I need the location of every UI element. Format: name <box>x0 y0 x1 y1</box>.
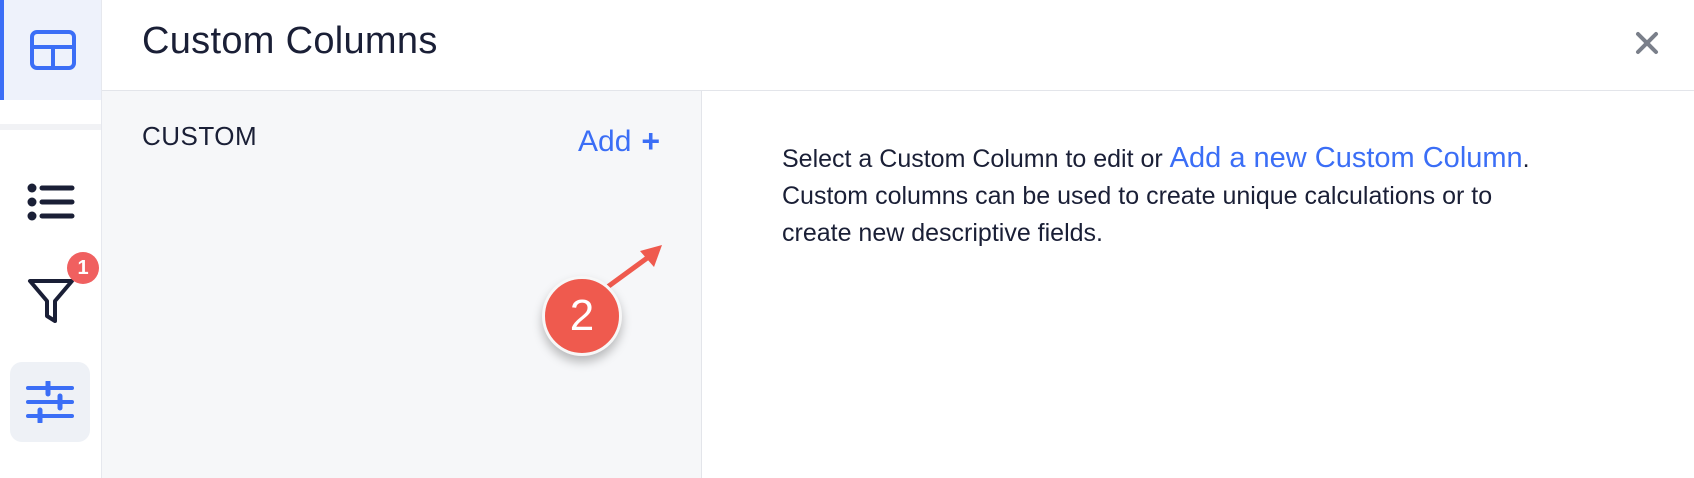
filter-badge: 1 <box>67 252 99 284</box>
plus-icon: + <box>641 123 661 159</box>
rail-item-table[interactable] <box>0 0 101 100</box>
list-icon <box>27 183 74 221</box>
section-label: CUSTOM <box>142 121 258 151</box>
table-icon <box>29 30 76 70</box>
close-icon[interactable] <box>1632 28 1662 58</box>
page-title: Custom Columns <box>142 20 438 62</box>
dialog-header: Custom Columns <box>102 0 1694 91</box>
message-text-after-link: . <box>1522 145 1530 173</box>
filter-icon <box>27 279 74 323</box>
custom-columns-panel: CUSTOM Add + 2 <box>102 91 702 478</box>
empty-state-message: Select a Custom Column to edit or Add a … <box>782 140 1662 252</box>
rail-item-sliders[interactable] <box>10 362 90 442</box>
add-button-label: Add <box>578 124 632 158</box>
message-line-2: Custom columns can be used to create uni… <box>782 182 1493 210</box>
sliders-icon <box>26 381 74 423</box>
message-text-before-link: Select a Custom Column to edit or <box>782 145 1170 173</box>
rail-item-list[interactable] <box>0 170 101 234</box>
message-line-1: Select a Custom Column to edit or Add a … <box>782 140 1662 178</box>
annotation-step-marker: 2 <box>542 276 622 356</box>
rail-divider <box>0 124 101 130</box>
left-rail: 1 <box>0 0 102 478</box>
add-button[interactable]: Add + <box>578 123 660 160</box>
add-custom-column-link[interactable]: Add a new Custom Column <box>1170 142 1523 174</box>
message-line-3: create new descriptive fields. <box>782 219 1103 247</box>
